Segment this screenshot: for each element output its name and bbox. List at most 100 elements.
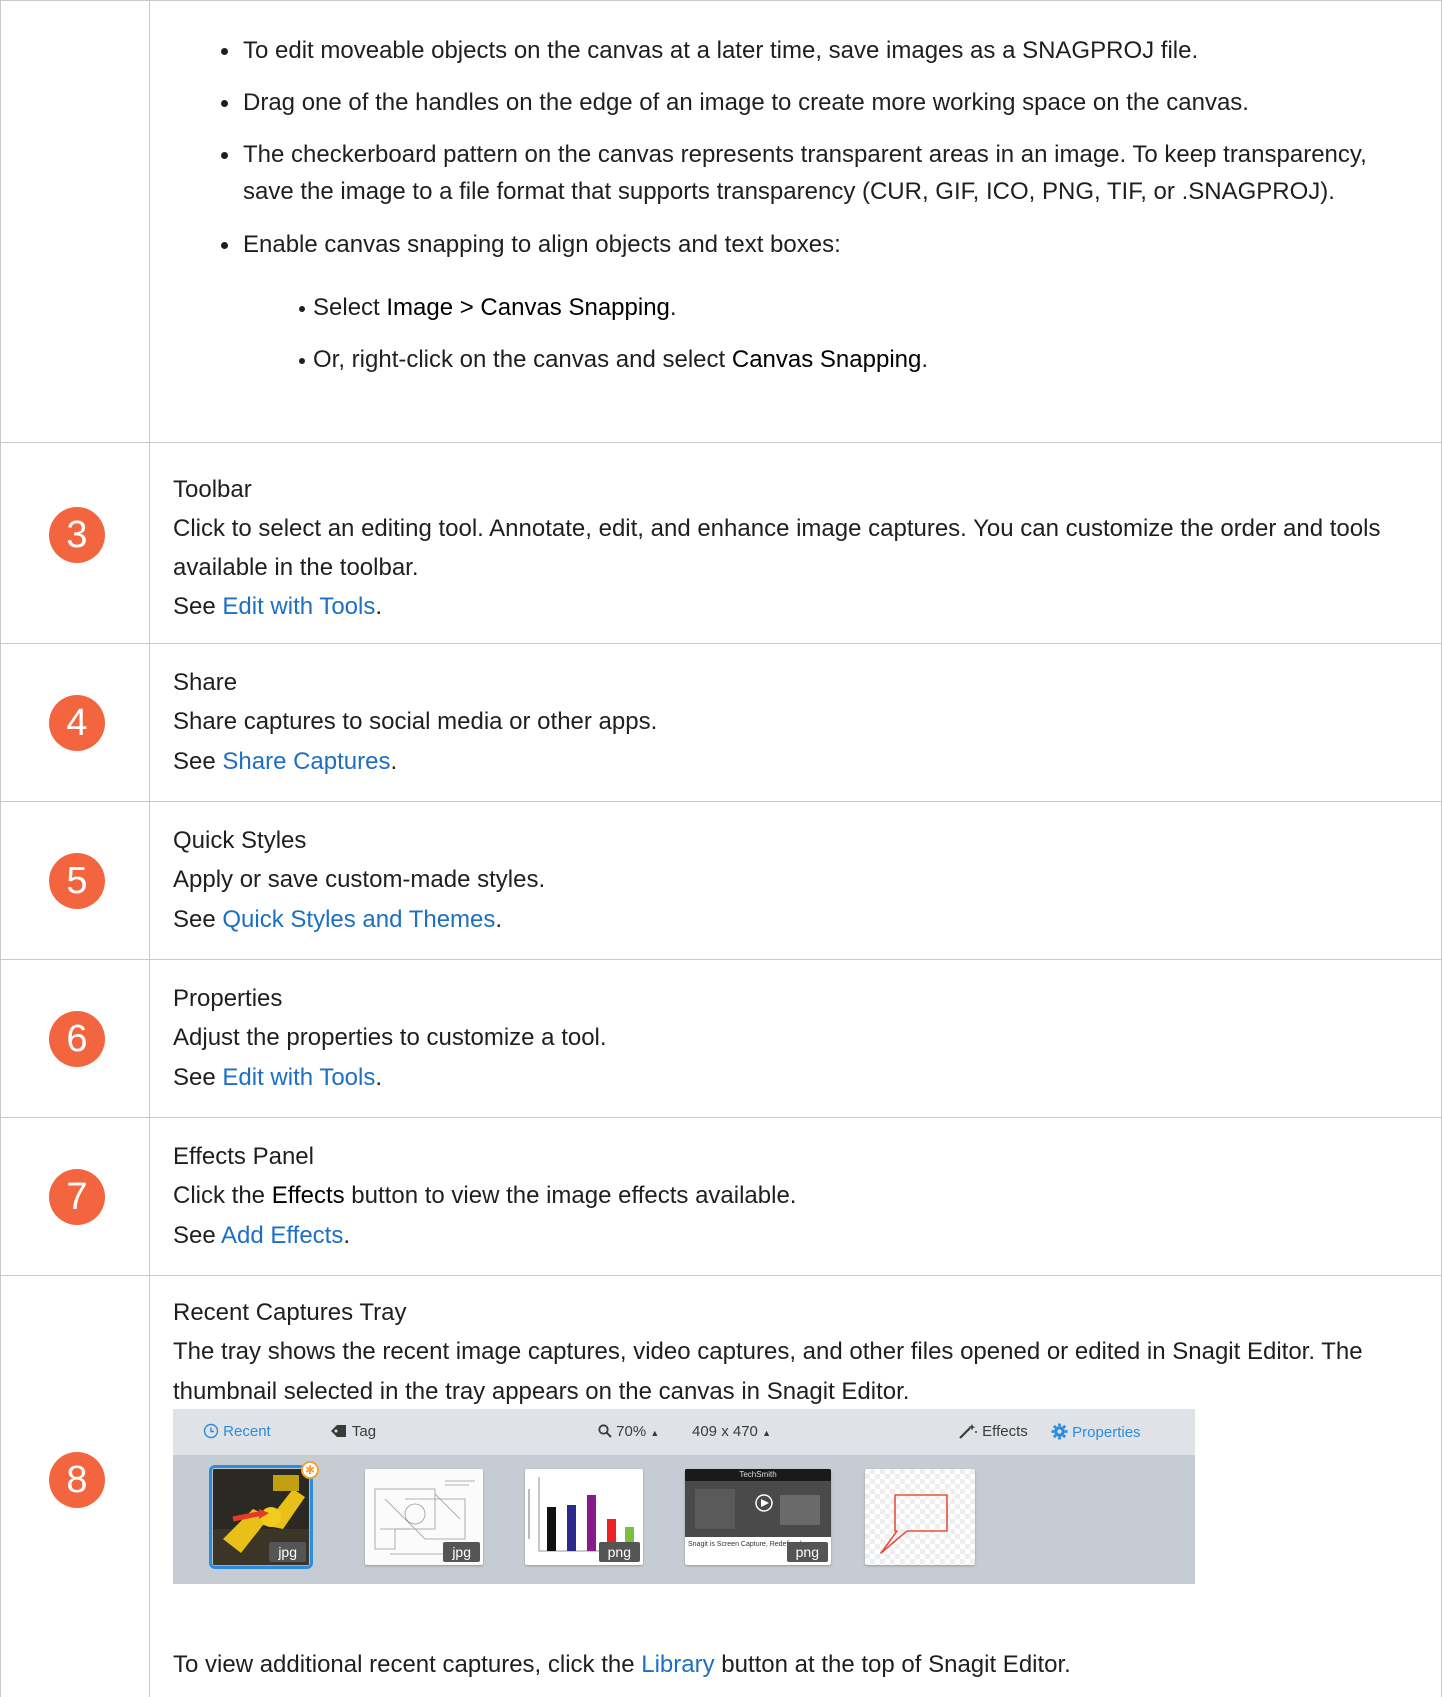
see-label: See — [173, 1222, 222, 1249]
library-link[interactable]: Library — [641, 1651, 714, 1678]
see-label: See — [173, 593, 223, 620]
step-number-badge: 8 — [49, 1452, 105, 1508]
step-number-badge: 6 — [49, 1011, 105, 1067]
list-item: Enable canvas snapping to align objects … — [173, 226, 1422, 263]
row-footer: To view additional recent captures, clic… — [173, 1645, 1412, 1685]
see-also: See Edit with Tools. — [173, 1058, 1412, 1098]
footer-text: To view additional recent captures, clic… — [173, 1651, 642, 1678]
quick-styles-link[interactable]: Quick Styles and Themes — [222, 906, 495, 933]
thumbnail-video-png[interactable]: TechSmith Snagit is Screen Capture, Rede… — [685, 1469, 831, 1565]
add-effects-link[interactable]: Add Effects — [221, 1222, 343, 1249]
list-item: Drag one of the handles on the edge of a… — [173, 84, 1422, 121]
thumbnail-blueprint-jpg[interactable]: jpg — [365, 1469, 483, 1565]
effects-button[interactable]: Effects — [958, 1423, 1028, 1441]
desc-text: Click the — [173, 1182, 272, 1209]
speech-bubble-image — [880, 1494, 948, 1554]
punctuation: . — [495, 906, 503, 933]
content-table: To edit moveable objects on the canvas a… — [0, 0, 1442, 1697]
row-content: Toolbar Click to select an editing tool.… — [173, 471, 1412, 627]
desc-text: button to view the image effects availab… — [344, 1182, 797, 1209]
share-captures-link[interactable]: Share Captures — [222, 748, 390, 775]
snapping-sublist: Select Image > Canvas Snapping. Or, righ… — [173, 289, 1422, 378]
table-row: 4 Share Share captures to social media o… — [1, 644, 1442, 802]
footer-text: button at the top of Snagit Editor. — [714, 1651, 1071, 1678]
edit-with-tools-link[interactable]: Edit with Tools — [222, 593, 375, 620]
edit-with-tools-link[interactable]: Edit with Tools — [222, 1064, 375, 1091]
list-item: Select Image > Canvas Snapping. — [173, 289, 1422, 326]
row-description: Apply or save custom-made styles. — [173, 866, 546, 893]
row-title: Properties — [173, 985, 283, 1012]
clock-icon — [203, 1423, 219, 1439]
zoom-dropdown[interactable]: 70% ▲ — [598, 1423, 659, 1441]
sub-text: Select — [313, 294, 387, 321]
properties-label: Properties — [1072, 1424, 1141, 1441]
thumbnail-strip: jpg ✱ jpg png TechSmith Snagit is Screen… — [173, 1455, 1195, 1584]
row-description: Share captures to social media or other … — [173, 708, 658, 735]
step-number-badge: 5 — [49, 853, 105, 909]
row-description: Adjust the properties to customize a too… — [173, 1024, 607, 1051]
sub-text: Or, right-click on the canvas and select — [313, 346, 732, 373]
file-type-badge: png — [786, 1542, 828, 1562]
unsaved-star-icon: ✱ — [301, 1461, 319, 1479]
magnifier-icon — [598, 1424, 612, 1438]
list-item: The checkerboard pattern on the canvas r… — [173, 136, 1422, 210]
recent-button[interactable]: Recent — [203, 1423, 271, 1441]
effects-label: Effects — [982, 1423, 1028, 1440]
size-dropdown[interactable]: 409 x 470 ▲ — [692, 1423, 771, 1441]
tips-list-container: To edit moveable objects on the canvas a… — [173, 32, 1422, 378]
tag-button[interactable]: Tag — [330, 1423, 376, 1441]
step-number-badge: 4 — [49, 695, 105, 751]
row-content: Recent Captures Tray The tray shows the … — [173, 1294, 1412, 1412]
see-label: See — [173, 1064, 223, 1091]
thumbnail-callout[interactable] — [865, 1469, 975, 1565]
tips-list: To edit moveable objects on the canvas a… — [173, 32, 1422, 263]
table-row: 3 Toolbar Click to select an editing too… — [1, 443, 1442, 644]
recent-captures-tray-screenshot: Recent Tag 70% ▲ 409 x 470 ▲ Effects Pro… — [173, 1409, 1195, 1584]
row-title: Toolbar — [173, 476, 252, 503]
tag-label: Tag — [351, 1423, 377, 1440]
effects-button-name: Effects — [271, 1182, 345, 1209]
tray-toolbar: Recent Tag 70% ▲ 409 x 470 ▲ Effects Pro… — [173, 1409, 1195, 1456]
brand-label: TechSmith — [739, 1470, 777, 1479]
magic-wand-icon — [959, 1424, 977, 1439]
table-row: 7 Effects Panel Click the Effects button… — [1, 1118, 1442, 1276]
gear-icon — [1051, 1423, 1068, 1440]
row-title: Effects Panel — [173, 1143, 314, 1170]
file-type-badge: jpg — [269, 1542, 306, 1562]
video-frame-image — [685, 1481, 831, 1537]
row-content: Properties Adjust the properties to cust… — [173, 980, 1412, 1098]
see-also: See Quick Styles and Themes. — [173, 900, 1412, 940]
row-description: The tray shows the recent image captures… — [173, 1338, 1363, 1405]
file-type-badge: jpg — [443, 1542, 480, 1562]
menu-path: Image > Canvas Snapping — [386, 294, 670, 321]
punctuation: . — [375, 593, 383, 620]
properties-button[interactable]: Properties — [1051, 1423, 1141, 1441]
list-item: Or, right-click on the canvas and select… — [173, 341, 1422, 378]
zoom-value: 70% — [616, 1423, 647, 1440]
punctuation: . — [390, 748, 398, 775]
see-also: See Edit with Tools. — [173, 587, 1412, 627]
recent-label: Recent — [223, 1423, 271, 1440]
step-number-badge: 3 — [49, 507, 105, 563]
sub-text: . — [669, 294, 677, 321]
row-description: Click the Effects button to view the ima… — [173, 1176, 1412, 1216]
table-row: 5 Quick Styles Apply or save custom-made… — [1, 802, 1442, 960]
see-label: See — [173, 748, 223, 775]
thumbnail-robot-jpg[interactable]: jpg — [209, 1465, 313, 1569]
sub-text: . — [921, 346, 929, 373]
see-also: See Add Effects. — [173, 1216, 1412, 1256]
punctuation: . — [343, 1222, 351, 1249]
step-number-badge: 7 — [49, 1169, 105, 1225]
menu-item-name: Canvas Snapping — [731, 346, 922, 373]
video-header: TechSmith — [685, 1469, 831, 1481]
row-description: Click to select an editing tool. Annotat… — [173, 515, 1381, 581]
thumbnail-chart-png[interactable]: png — [525, 1469, 643, 1565]
table-row: To edit moveable objects on the canvas a… — [1, 0, 1442, 443]
file-type-badge: png — [598, 1542, 640, 1562]
caret-up-icon: ▲ — [762, 1428, 771, 1438]
row-title: Quick Styles — [173, 827, 307, 854]
table-row: 6 Properties Adjust the properties to cu… — [1, 960, 1442, 1118]
row-content: Quick Styles Apply or save custom-made s… — [173, 822, 1412, 940]
tag-icon — [331, 1425, 346, 1437]
list-item: To edit moveable objects on the canvas a… — [173, 32, 1422, 69]
